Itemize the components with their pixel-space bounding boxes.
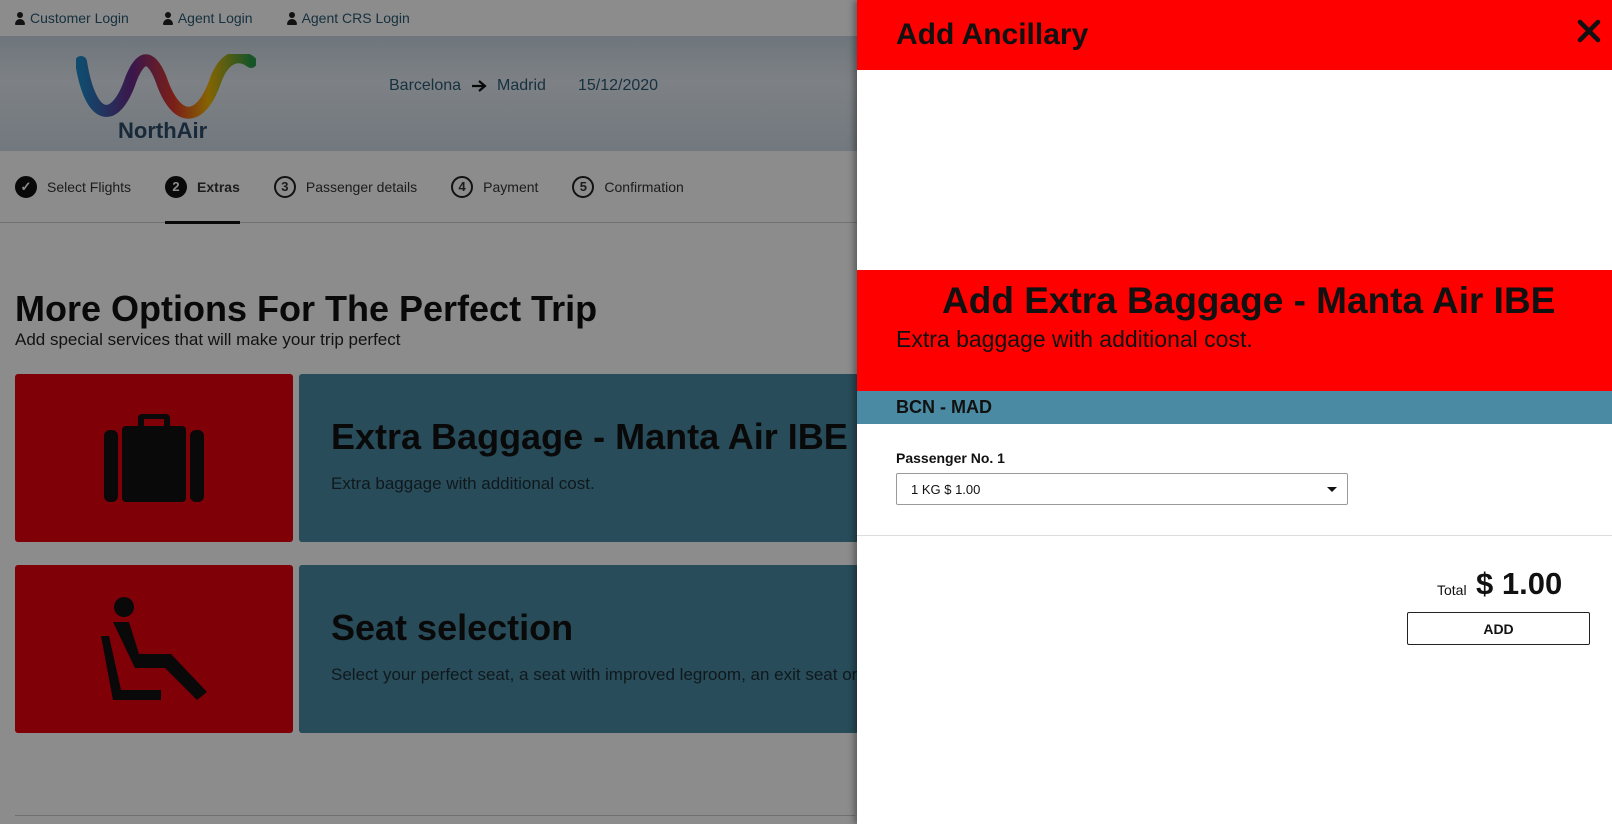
modal-backdrop[interactable] (0, 0, 857, 824)
ancillary-title: Add Extra Baggage - Manta Air IBE (942, 280, 1556, 321)
passenger-label: Passenger No. 1 (896, 450, 1005, 466)
ancillary-header: Add Extra Baggage - Manta Air IBE Extra … (857, 270, 1612, 391)
panel-title: Add Ancillary (896, 18, 1089, 51)
segment-route: BCN - MAD (896, 397, 992, 417)
panel-divider (857, 535, 1612, 536)
segment-route-bar: BCN - MAD (857, 391, 1612, 424)
close-icon[interactable] (1574, 16, 1604, 46)
panel-header: Add Ancillary (857, 0, 1612, 70)
add-button[interactable]: ADD (1407, 612, 1590, 645)
add-ancillary-panel: Add Ancillary Add Extra Baggage - Manta … (857, 0, 1612, 824)
selected-option: 1 KG $ 1.00 (911, 481, 981, 497)
total-label: Total (1437, 582, 1467, 598)
baggage-option-select[interactable]: 1 KG $ 1.00 (896, 473, 1348, 505)
chevron-down-icon (1327, 487, 1337, 492)
total-amount: $ 1.00 (1476, 566, 1563, 601)
ancillary-description: Extra baggage with additional cost. (896, 326, 1253, 352)
